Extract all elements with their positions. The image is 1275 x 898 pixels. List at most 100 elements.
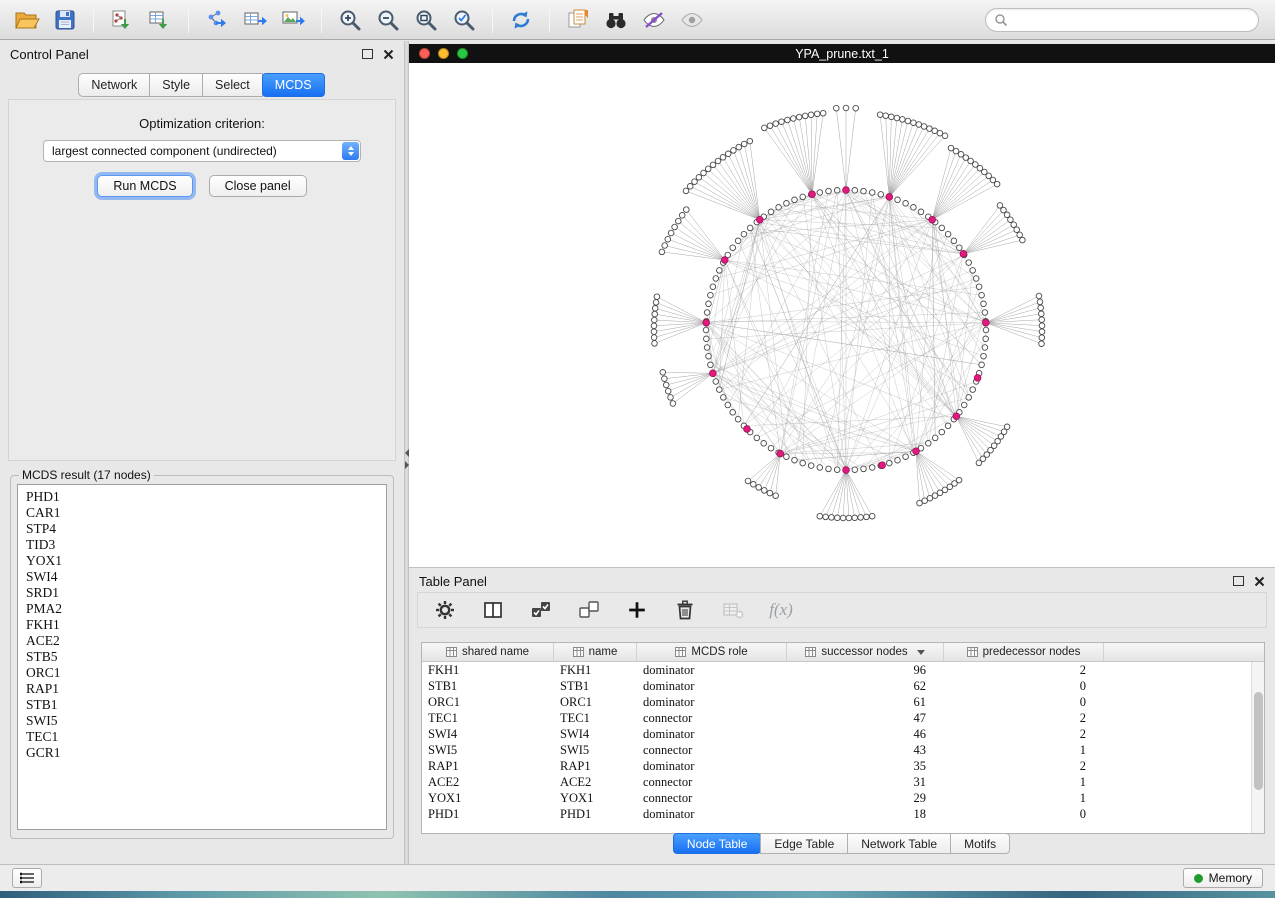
table-cell: connector	[637, 790, 787, 806]
table-cell: 61	[787, 694, 944, 710]
table-cell: RAP1	[554, 758, 637, 774]
table-row[interactable]: STB1STB1dominator620	[422, 678, 1264, 694]
create-column-button[interactable]	[624, 597, 650, 623]
column-header-mcds-role[interactable]: MCDS role	[637, 643, 787, 661]
mcds-result-item[interactable]: STB5	[26, 649, 386, 665]
criterion-dropdown-value: largest connected component (undirected)	[52, 144, 277, 158]
tab-mcds[interactable]: MCDS	[262, 73, 325, 97]
panel-menu-button[interactable]	[12, 868, 42, 888]
network-window-title: YPA_prune.txt_1	[409, 47, 1275, 61]
status-bar: Memory	[0, 864, 1275, 891]
close-window-icon[interactable]	[419, 48, 430, 59]
unselect-all-columns-button[interactable]	[576, 597, 602, 623]
tab-select[interactable]: Select	[202, 73, 263, 97]
optimization-criterion-label: Optimization criterion:	[9, 116, 395, 131]
delete-column-button[interactable]	[672, 597, 698, 623]
tab-network[interactable]: Network	[78, 73, 150, 97]
show-hide-details-button[interactable]	[673, 4, 711, 36]
table-body: FKH1FKH1dominator962STB1STB1dominator620…	[422, 662, 1264, 822]
toggle-graphics-details-button[interactable]	[635, 4, 673, 36]
trash-icon	[673, 598, 697, 622]
memory-button[interactable]: Memory	[1183, 868, 1263, 888]
tab-node-table[interactable]: Node Table	[673, 833, 762, 854]
network-canvas-svg[interactable]	[409, 63, 1275, 567]
sort-descending-icon[interactable]	[917, 650, 925, 655]
show-columns-button[interactable]	[480, 597, 506, 623]
mcds-result-item[interactable]: PHD1	[26, 489, 386, 505]
minimize-window-icon[interactable]	[438, 48, 449, 59]
mcds-result-item[interactable]: TID3	[26, 537, 386, 553]
column-header-successor-nodes[interactable]: successor nodes	[787, 643, 944, 661]
mcds-result-item[interactable]: SWI4	[26, 569, 386, 585]
mcds-result-item[interactable]: GCR1	[26, 745, 386, 761]
table-row[interactable]: PHD1PHD1dominator180	[422, 806, 1264, 822]
zoom-out-button[interactable]	[369, 4, 407, 36]
network-canvas[interactable]	[409, 63, 1275, 567]
tab-style[interactable]: Style	[149, 73, 203, 97]
mcds-result-item[interactable]: RAP1	[26, 681, 386, 697]
maximize-window-icon[interactable]	[457, 48, 468, 59]
open-session-button[interactable]	[8, 4, 46, 36]
column-header-predecessor-nodes[interactable]: predecessor nodes	[944, 643, 1104, 661]
table-cell: 31	[787, 774, 944, 790]
mcds-result-item[interactable]: CAR1	[26, 505, 386, 521]
mcds-result-item[interactable]: PMA2	[26, 601, 386, 617]
table-settings-button[interactable]	[432, 597, 458, 623]
tab-edge-table[interactable]: Edge Table	[760, 833, 848, 854]
export-network-button[interactable]	[198, 4, 236, 36]
run-mcds-button[interactable]: Run MCDS	[97, 175, 192, 197]
table-row[interactable]: ORC1ORC1dominator610	[422, 694, 1264, 710]
tab-network-table[interactable]: Network Table	[847, 833, 951, 854]
tab-motifs[interactable]: Motifs	[950, 833, 1010, 854]
table-vertical-scrollbar[interactable]	[1251, 662, 1264, 833]
column-header-shared-name[interactable]: shared name	[422, 643, 554, 661]
table-row[interactable]: YOX1YOX1connector291	[422, 790, 1264, 806]
criterion-dropdown[interactable]: largest connected component (undirected)	[43, 140, 361, 162]
float-panel-icon[interactable]	[362, 49, 373, 59]
mcds-result-item[interactable]: ORC1	[26, 665, 386, 681]
zoom-selected-button[interactable]	[445, 4, 483, 36]
mcds-result-item[interactable]: FKH1	[26, 617, 386, 633]
zoom-fit-button[interactable]	[407, 4, 445, 36]
table-cell: SWI4	[422, 726, 554, 742]
table-row[interactable]: SWI5SWI5connector431	[422, 742, 1264, 758]
table-cell: RAP1	[422, 758, 554, 774]
mcds-result-item[interactable]: ACE2	[26, 633, 386, 649]
select-all-columns-button[interactable]	[528, 597, 554, 623]
mcds-result-item[interactable]: SRD1	[26, 585, 386, 601]
table-panel: Table Panel	[409, 567, 1275, 864]
mcds-result-item[interactable]: SWI5	[26, 713, 386, 729]
search-field[interactable]	[985, 8, 1259, 32]
import-table-button[interactable]	[141, 4, 179, 36]
search-input[interactable]	[1008, 10, 1258, 30]
close-panel-button[interactable]: Close panel	[209, 175, 307, 197]
export-image-button[interactable]	[274, 4, 312, 36]
close-panel-icon[interactable]	[1254, 576, 1265, 587]
application-window: Control Panel NetworkStyleSelectMCDS Opt…	[0, 0, 1275, 898]
table-row[interactable]: ACE2ACE2connector311	[422, 774, 1264, 790]
table-panel-title: Table Panel	[419, 574, 487, 589]
mcds-result-item[interactable]: TEC1	[26, 729, 386, 745]
table-cell: 2	[944, 662, 1104, 678]
table-row[interactable]: FKH1FKH1dominator962	[422, 662, 1264, 678]
table-row[interactable]: RAP1RAP1dominator352	[422, 758, 1264, 774]
table-row[interactable]: SWI4SWI4dominator462	[422, 726, 1264, 742]
save-session-button[interactable]	[46, 4, 84, 36]
mcds-result-item[interactable]: YOX1	[26, 553, 386, 569]
copy-view-button[interactable]	[559, 4, 597, 36]
close-panel-icon[interactable]	[383, 49, 394, 60]
network-window-titlebar[interactable]: YPA_prune.txt_1	[409, 44, 1275, 63]
zoom-in-button[interactable]	[331, 4, 369, 36]
import-network-button[interactable]	[103, 4, 141, 36]
column-header-name[interactable]: name	[554, 643, 637, 661]
scrollbar-thumb[interactable]	[1254, 692, 1263, 790]
delete-table-icon	[721, 598, 745, 622]
refresh-view-button[interactable]	[502, 4, 540, 36]
export-table-button[interactable]	[236, 4, 274, 36]
mcds-result-item[interactable]: STP4	[26, 521, 386, 537]
control-panel-tabs: NetworkStyleSelectMCDS	[0, 73, 404, 97]
find-button[interactable]	[597, 4, 635, 36]
table-row[interactable]: TEC1TEC1connector472	[422, 710, 1264, 726]
mcds-result-item[interactable]: STB1	[26, 697, 386, 713]
float-panel-icon[interactable]	[1233, 576, 1244, 586]
